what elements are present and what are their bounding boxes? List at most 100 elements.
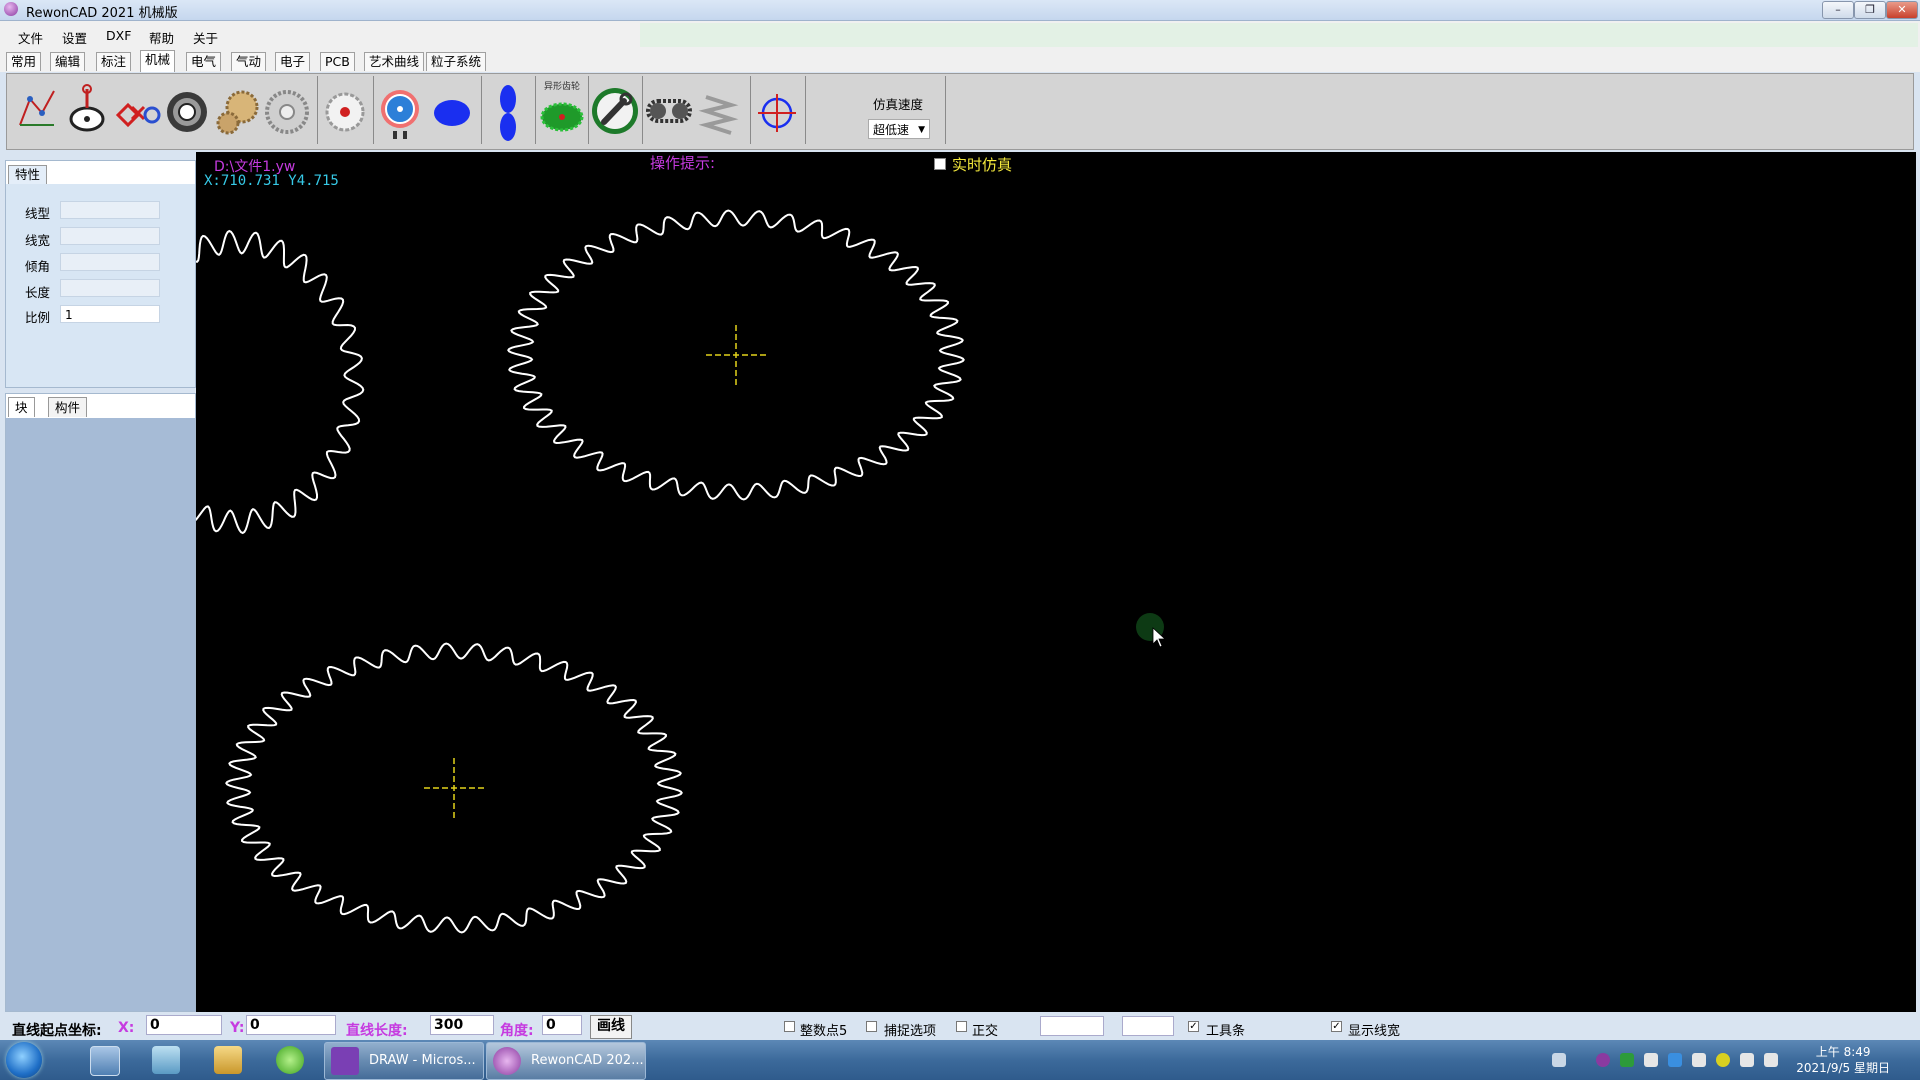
menu-help[interactable]: 帮助 [149, 28, 174, 47]
menu-settings[interactable]: 设置 [62, 28, 87, 47]
angle-input[interactable]: 0 [542, 1015, 582, 1035]
taskbar-app-draw[interactable]: DRAW - Micros... [324, 1042, 484, 1080]
cam-tool-icon[interactable] [62, 77, 112, 143]
ellipse-tool-icon[interactable] [427, 77, 477, 143]
line-length-input[interactable]: 300 [430, 1015, 494, 1035]
x-input[interactable]: 0 [146, 1015, 222, 1035]
menu-file[interactable]: 文件 [18, 28, 43, 47]
wrench-gear-tool-icon[interactable] [590, 77, 640, 143]
status-field-2[interactable] [1122, 1016, 1174, 1036]
tab-annotate[interactable]: 标注 [96, 52, 132, 71]
tab-common[interactable]: 常用 [6, 52, 42, 71]
prop-input-scale[interactable]: 1 [60, 305, 160, 323]
tab-component[interactable]: 构件 [48, 397, 88, 417]
device-tray-icon[interactable] [1692, 1053, 1706, 1067]
tab-mechanical[interactable]: 机械 [140, 50, 176, 72]
toolbar-separator [481, 76, 482, 144]
gear-top-center-mark [706, 325, 766, 385]
show-linewidth-checkbox[interactable]: ✓ [1331, 1021, 1342, 1032]
tab-art-curve[interactable]: 艺术曲线 [364, 52, 425, 71]
update-tray-icon[interactable] [1716, 1053, 1730, 1067]
properties-tabs: 特性 [6, 161, 195, 184]
bearing-tool-icon[interactable] [162, 77, 212, 143]
realtime-sim-checkbox[interactable] [934, 158, 946, 170]
integer-point-checkbox[interactable] [784, 1021, 795, 1032]
taskbar-app-draw-label: DRAW - Micros... [369, 1053, 476, 1068]
show-linewidth-label: 显示线宽 [1348, 1024, 1401, 1039]
x-label: X: [118, 1020, 135, 1036]
keyboard-tray-icon[interactable] [1552, 1053, 1566, 1067]
maximize-button[interactable]: ❐ [1854, 1, 1886, 19]
rewoncad-icon [493, 1047, 521, 1075]
signal-icon[interactable] [1764, 1053, 1778, 1067]
tab-pneumatic[interactable]: 气动 [231, 52, 267, 71]
toolbar-toggle-checkbox[interactable]: ✓ [1188, 1021, 1199, 1032]
tab-edit[interactable]: 编辑 [50, 52, 86, 71]
folder-icon[interactable] [214, 1046, 242, 1074]
close-button[interactable]: ✕ [1886, 1, 1918, 19]
start-button[interactable] [6, 1042, 42, 1078]
minimize-button[interactable]: – [1822, 1, 1854, 19]
draw-line-button[interactable]: 画线 [590, 1015, 632, 1039]
tab-particle-system[interactable]: 粒子系统 [426, 52, 487, 71]
clock[interactable]: 上午 8:49 2021/9/5 星期日 [1796, 1044, 1890, 1076]
pulley-tool-icon[interactable] [320, 77, 370, 143]
ortho-checkbox[interactable] [956, 1021, 967, 1032]
prop-input-length[interactable] [60, 279, 160, 297]
sim-speed-select[interactable]: 超低速 ▼ [868, 119, 930, 139]
refresh-app-icon[interactable] [276, 1046, 304, 1074]
y-input[interactable]: 0 [246, 1015, 336, 1035]
noncircular-gear-label: 异形齿轮 [544, 80, 580, 92]
prop-input-linewidth[interactable] [60, 227, 160, 245]
toolbar-separator [945, 76, 946, 144]
shield-tray-icon[interactable] [1620, 1053, 1634, 1067]
tab-properties[interactable]: 特性 [8, 165, 48, 184]
gear-pair-tool-icon[interactable] [212, 77, 262, 143]
chevron-down-icon: ▼ [918, 125, 925, 135]
menu-about[interactable]: 关于 [193, 28, 218, 47]
noncircular-gear-tool-icon[interactable]: 异形齿轮 [537, 77, 587, 143]
volume-icon[interactable] [1740, 1053, 1754, 1067]
menu-dxf[interactable]: DXF [106, 28, 131, 43]
prop-input-angle[interactable] [60, 253, 160, 271]
window-title: RewonCAD 2021 机械版 [26, 6, 178, 21]
menu-status-strip [640, 23, 1918, 47]
sprocket-tool-icon[interactable] [375, 77, 425, 143]
double-ellipse-tool-icon[interactable] [483, 77, 533, 143]
menu-bar: 文件 设置 DXF 帮助 关于 [0, 21, 1920, 47]
tab-electrical[interactable]: 电气 [186, 52, 222, 71]
network-tray-icon[interactable] [1644, 1053, 1658, 1067]
prop-input-linetype[interactable] [60, 201, 160, 219]
taskbar-app-rewoncad-label: RewonCAD 202... [531, 1053, 644, 1068]
taskbar: DRAW - Micros... RewonCAD 202... 上午 8:49… [0, 1040, 1920, 1080]
visual-studio-icon [331, 1047, 359, 1075]
spring-tool-icon[interactable] [696, 77, 746, 143]
calculator-icon[interactable] [90, 1046, 120, 1076]
sim-speed-value: 超低速 [873, 123, 910, 137]
linkage-tool-icon[interactable] [12, 77, 62, 143]
block-panel: 块 构件 [5, 393, 196, 1012]
mechanism-tool-icon[interactable] [112, 77, 162, 143]
status-field-1[interactable] [1040, 1016, 1104, 1036]
tab-pcb[interactable]: PCB [320, 52, 355, 71]
app-tray-icon[interactable] [1596, 1053, 1610, 1067]
notepad-icon[interactable] [152, 1046, 180, 1074]
toolbar-separator [317, 76, 318, 144]
chain-tool-icon[interactable] [644, 77, 694, 143]
tab-block[interactable]: 块 [8, 397, 35, 417]
gear-tool-icon[interactable] [262, 77, 312, 143]
toolbar-separator [642, 76, 643, 144]
crosshair-tool-icon[interactable] [752, 77, 802, 143]
security-tray-icon[interactable] [1668, 1053, 1682, 1067]
taskbar-app-rewoncad[interactable]: RewonCAD 202... [486, 1042, 646, 1080]
snap-options-checkbox[interactable] [866, 1021, 877, 1032]
tab-electronics[interactable]: 电子 [275, 52, 311, 71]
cursor-coordinates: X:710.731 Y4.715 [204, 173, 339, 189]
toolbar-separator [805, 76, 806, 144]
drawing-canvas[interactable]: D:\文件1.yw X:710.731 Y4.715 操作提示: 实时仿真 [196, 152, 1916, 1012]
ortho-label: 正交 [972, 1024, 999, 1039]
ribbon-tabs: 常用 编辑 标注 机械 电气 气动 电子 PCB 艺术曲线 粒子系统 [0, 47, 1920, 72]
clock-date: 2021/9/5 星期日 [1796, 1061, 1890, 1075]
block-tabs: 块 构件 [6, 394, 195, 418]
line-start-label: 直线起点坐标: [12, 1023, 102, 1039]
